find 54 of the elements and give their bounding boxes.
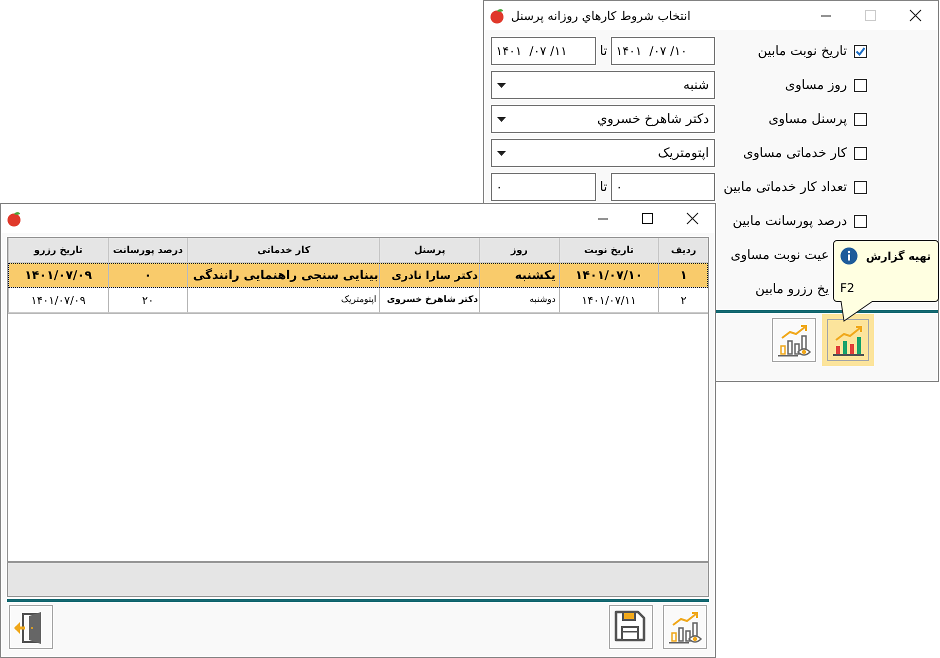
app-icon	[489, 8, 505, 24]
checkbox[interactable]	[854, 112, 867, 126]
app-icon	[6, 210, 22, 226]
filter-label: کار خدماتی مساوی	[742, 146, 847, 160]
checkbox[interactable]	[854, 214, 867, 228]
checkbox[interactable]	[854, 146, 867, 160]
table-cell: دکتر شاهرخ خسروی	[379, 288, 479, 313]
close-icon[interactable]	[686, 212, 699, 225]
window-title: انتخاب شروط کارهاي روزانه پرسنل	[511, 8, 691, 22]
dropdown-value: شنبه	[682, 78, 709, 92]
table-cell: ۲۰	[108, 288, 188, 313]
table-cell: اپتومتریک	[187, 288, 380, 313]
close-icon[interactable]	[909, 9, 922, 22]
filter-label: عيت نوبت مساوی	[730, 248, 829, 262]
dropdown-value: اپتومتریک	[656, 146, 709, 160]
filter-label: يخ رزرو مابين	[754, 282, 829, 296]
range-label: تا	[598, 44, 608, 58]
range-label: تا	[598, 180, 608, 194]
dropdown-value: دکتر شاهرخ خسروي	[596, 112, 709, 126]
filter-label: تاریخ نوبت مابین	[756, 44, 847, 58]
table-cell: دوشنبه	[478, 288, 559, 313]
filter-label: روز مساوی	[784, 78, 847, 92]
input-field[interactable]: ۰	[611, 173, 715, 201]
input-field[interactable]: ۱۴۰۱ /۰۷ /۱۱	[491, 37, 596, 65]
maximize-icon[interactable]	[641, 212, 654, 225]
input-field[interactable]: ۰	[491, 173, 596, 201]
dropdown-arrow-icon	[497, 150, 506, 156]
report-button[interactable]	[822, 314, 874, 366]
dropdown[interactable]: شنبه	[491, 71, 715, 99]
filter-label: تعداد کار خدماتی مابین	[722, 180, 847, 194]
dropdown[interactable]: دکتر شاهرخ خسروي	[491, 105, 715, 133]
checkbox[interactable]	[854, 78, 867, 92]
chart-eye-icon	[667, 609, 703, 645]
info-icon	[840, 247, 858, 265]
dropdown-arrow-icon	[497, 116, 506, 122]
chart-eye-icon	[776, 322, 812, 358]
exit-button[interactable]	[9, 605, 53, 649]
table-cell: ۱۴۰۱/۰۷/۰۹	[8, 288, 108, 313]
checkbox[interactable]	[854, 44, 867, 58]
filter-label: درصد پورسانت مابین	[732, 214, 847, 228]
selected-row[interactable]: ۱ ۱۴۰۱/۰۷/۱۰ یکشنبه دکتر سارا نادری بینایی سنجی راهنمایی رانندگی ۰ ۱۴۰۱/۰۷/۰۹	[8, 263, 708, 288]
table-row[interactable]: ۲ ۱۴۰۱/۰۷/۱۱ دوشنبه دکتر شاهرخ خسروی اپتومتریک ۲۰ ۱۴۰۱/۰۷/۰۹	[8, 288, 708, 313]
dropdown[interactable]: اپتومتریک	[491, 139, 715, 167]
table-cell: ۲	[658, 288, 708, 313]
dropdown-arrow-icon	[497, 82, 506, 88]
shortcut-text: F2	[840, 281, 856, 295]
preview-report-button[interactable]	[772, 318, 816, 362]
table-cell: ۱۴۰۱/۰۷/۱۱	[558, 288, 658, 313]
tooltip-title: تهیه گزارش	[866, 250, 931, 262]
input-field[interactable]: ۱۴۰۱ /۰۷ /۱۰	[611, 37, 715, 65]
save-button[interactable]	[609, 605, 653, 649]
checkbox[interactable]	[854, 180, 867, 194]
preview-report-button[interactable]	[663, 605, 707, 649]
filter-label: پرسنل مساوی	[767, 112, 847, 126]
